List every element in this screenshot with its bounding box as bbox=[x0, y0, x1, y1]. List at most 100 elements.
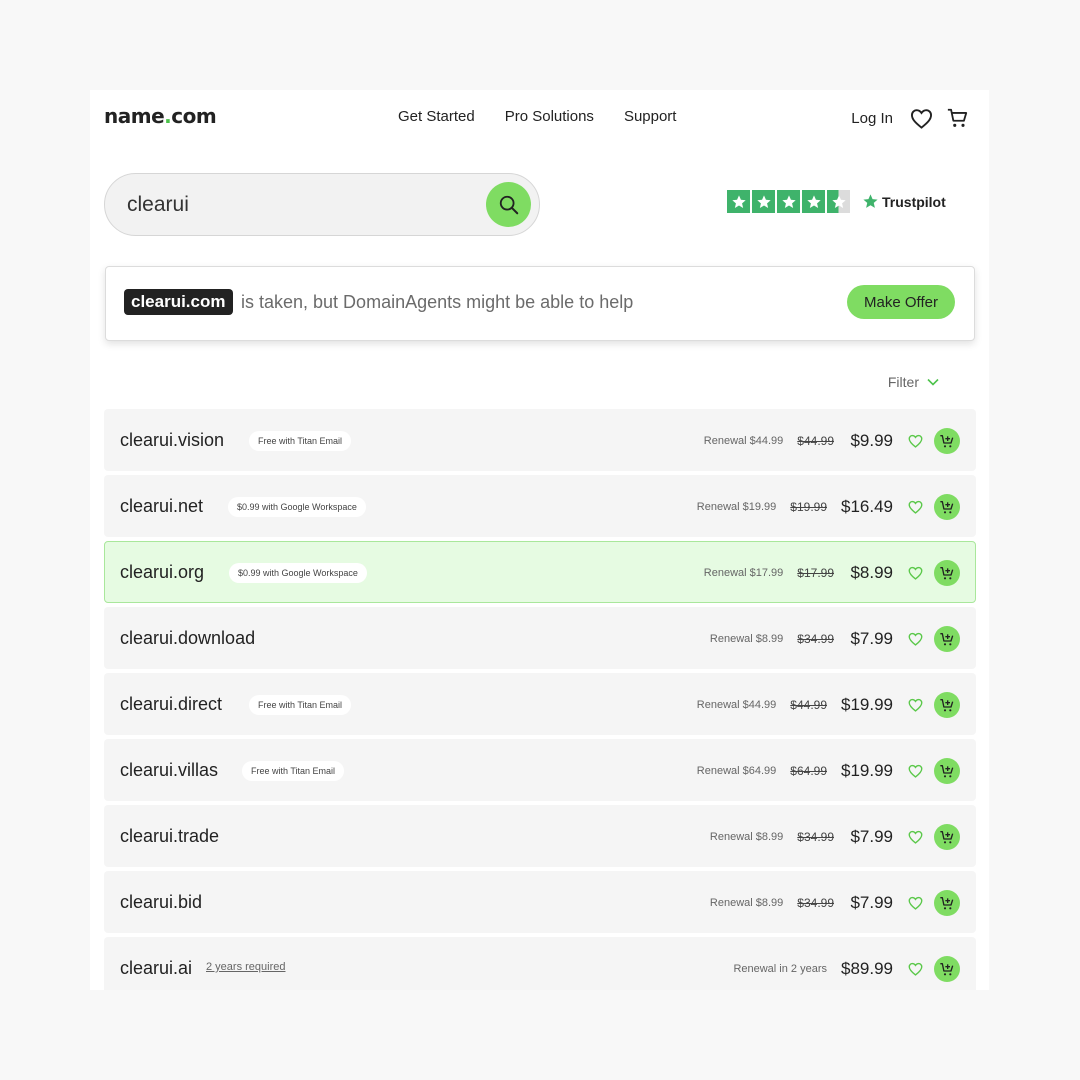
sale-price: $7.99 bbox=[850, 629, 893, 648]
half-star-icon bbox=[827, 190, 850, 213]
result-row-villas[interactable]: clearui.villas Free with Titan Email Ren… bbox=[104, 739, 976, 801]
original-price: $34.99 bbox=[797, 830, 834, 844]
renewal-price: Renewal $8.99 bbox=[709, 897, 784, 909]
make-offer-button[interactable]: Make Offer bbox=[847, 285, 955, 319]
add-to-cart-button[interactable] bbox=[934, 758, 960, 784]
favorite-heart-icon[interactable] bbox=[907, 895, 923, 911]
cart-plus-icon bbox=[939, 697, 955, 713]
cart-icon[interactable] bbox=[945, 106, 969, 130]
nav-get-started[interactable]: Get Started bbox=[398, 108, 475, 125]
login-link[interactable]: Log In bbox=[851, 110, 893, 127]
promo-badge: $0.99 with Google Workspace bbox=[229, 563, 367, 583]
requirement-link[interactable]: 2 years required bbox=[206, 961, 286, 973]
sale-price: $8.99 bbox=[850, 563, 893, 582]
cart-plus-icon bbox=[939, 763, 955, 779]
renewal-price: Renewal in 2 years bbox=[733, 963, 827, 975]
price-group: Renewal $64.99 $64.99 $19.99 bbox=[697, 740, 960, 802]
sale-price: $19.99 bbox=[841, 761, 893, 780]
price-group: Renewal in 2 years $89.99 bbox=[733, 938, 960, 990]
renewal-price: Renewal $44.99 bbox=[696, 699, 777, 711]
renewal-price: Renewal $19.99 bbox=[696, 501, 777, 513]
favorite-heart-icon[interactable] bbox=[907, 499, 923, 515]
favorite-heart-icon[interactable] bbox=[907, 829, 923, 845]
promo-badge: Free with Titan Email bbox=[242, 761, 345, 781]
cart-plus-icon bbox=[939, 895, 955, 911]
nav-support[interactable]: Support bbox=[624, 108, 677, 125]
header-actions: Log In bbox=[851, 106, 969, 130]
original-price: $19.99 bbox=[790, 500, 827, 514]
add-to-cart-button[interactable] bbox=[934, 956, 960, 982]
price-group: Renewal $17.99 $17.99 $8.99 bbox=[704, 542, 960, 604]
add-to-cart-button[interactable] bbox=[934, 560, 960, 586]
renewal-price: Renewal $8.99 bbox=[709, 831, 784, 843]
domain-name: clearui.ai bbox=[120, 958, 193, 978]
domain-name: clearui.trade bbox=[120, 826, 220, 846]
star-icon bbox=[752, 190, 775, 213]
sale-price: $89.99 bbox=[841, 959, 893, 978]
trustpilot-label: Trustpilot bbox=[882, 193, 946, 210]
trustpilot-logo-icon bbox=[862, 193, 879, 210]
cart-plus-icon bbox=[939, 631, 955, 647]
cart-plus-icon bbox=[939, 433, 955, 449]
domain-name: clearui.direct bbox=[120, 694, 223, 714]
search-input[interactable] bbox=[127, 188, 467, 222]
add-to-cart-button[interactable] bbox=[934, 692, 960, 718]
favorite-heart-icon[interactable] bbox=[907, 631, 923, 647]
favorite-heart-icon[interactable] bbox=[907, 565, 923, 581]
domain-name: clearui.bid bbox=[120, 892, 203, 912]
price-group: Renewal $8.99 $34.99 $7.99 bbox=[710, 806, 960, 868]
result-row-org[interactable]: clearui.org $0.99 with Google Workspace … bbox=[104, 541, 976, 603]
original-price: $64.99 bbox=[790, 764, 827, 778]
cart-plus-icon bbox=[939, 565, 955, 581]
renewal-price: Renewal $44.99 bbox=[703, 435, 784, 447]
cart-plus-icon bbox=[939, 499, 955, 515]
original-price: $34.99 bbox=[797, 632, 834, 646]
trustpilot-rating[interactable]: Trustpilot bbox=[727, 190, 946, 213]
original-price: $34.99 bbox=[797, 896, 834, 910]
result-row-ai[interactable]: clearui.ai 2 years required Renewal in 2… bbox=[104, 937, 976, 990]
original-price: $17.99 bbox=[797, 566, 834, 580]
domain-taken-banner: clearui.com is taken, but DomainAgents m… bbox=[105, 266, 975, 341]
nav-pro-solutions[interactable]: Pro Solutions bbox=[505, 108, 594, 125]
sale-price: $7.99 bbox=[850, 893, 893, 912]
logo[interactable]: name.com bbox=[104, 104, 217, 128]
result-row-net[interactable]: clearui.net $0.99 with Google Workspace … bbox=[104, 475, 976, 537]
domain-name: clearui.net bbox=[120, 496, 204, 516]
domain-name: clearui.org bbox=[120, 562, 205, 582]
result-row-vision[interactable]: clearui.vision Free with Titan Email Ren… bbox=[104, 409, 976, 471]
star-icon bbox=[777, 190, 800, 213]
heart-icon[interactable] bbox=[909, 106, 933, 130]
domain-name: clearui.vision bbox=[120, 430, 225, 450]
add-to-cart-button[interactable] bbox=[934, 428, 960, 454]
add-to-cart-button[interactable] bbox=[934, 890, 960, 916]
price-group: Renewal $8.99 $34.99 $7.99 bbox=[710, 872, 960, 934]
search-button[interactable] bbox=[486, 182, 531, 227]
result-row-bid[interactable]: clearui.bid Renewal $8.99 $34.99 $7.99 bbox=[104, 871, 976, 933]
star-icon bbox=[802, 190, 825, 213]
add-to-cart-button[interactable] bbox=[934, 824, 960, 850]
trustpilot-stars bbox=[727, 190, 850, 213]
add-to-cart-button[interactable] bbox=[934, 626, 960, 652]
price-group: Renewal $8.99 $34.99 $7.99 bbox=[710, 608, 960, 670]
promo-badge: $0.99 with Google Workspace bbox=[228, 497, 366, 517]
renewal-price: Renewal $64.99 bbox=[696, 765, 777, 777]
star-icon bbox=[727, 190, 750, 213]
original-price: $44.99 bbox=[790, 698, 827, 712]
filter-dropdown[interactable]: Filter bbox=[888, 374, 939, 390]
domain-name: clearui.download bbox=[120, 628, 256, 648]
favorite-heart-icon[interactable] bbox=[907, 763, 923, 779]
renewal-price: Renewal $8.99 bbox=[709, 633, 784, 645]
result-row-trade[interactable]: clearui.trade Renewal $8.99 $34.99 $7.99 bbox=[104, 805, 976, 867]
favorite-heart-icon[interactable] bbox=[907, 961, 923, 977]
result-row-direct[interactable]: clearui.direct Free with Titan Email Ren… bbox=[104, 673, 976, 735]
result-row-download[interactable]: clearui.download Renewal $8.99 $34.99 $7… bbox=[104, 607, 976, 669]
favorite-heart-icon[interactable] bbox=[907, 433, 923, 449]
renewal-price: Renewal $17.99 bbox=[703, 567, 784, 579]
price-group: Renewal $19.99 $19.99 $16.49 bbox=[697, 476, 960, 538]
trustpilot-brand: Trustpilot bbox=[862, 193, 946, 210]
add-to-cart-button[interactable] bbox=[934, 494, 960, 520]
original-price: $44.99 bbox=[797, 434, 834, 448]
favorite-heart-icon[interactable] bbox=[907, 697, 923, 713]
domain-name: clearui.villas bbox=[120, 760, 219, 780]
logo-main: name bbox=[104, 104, 165, 128]
